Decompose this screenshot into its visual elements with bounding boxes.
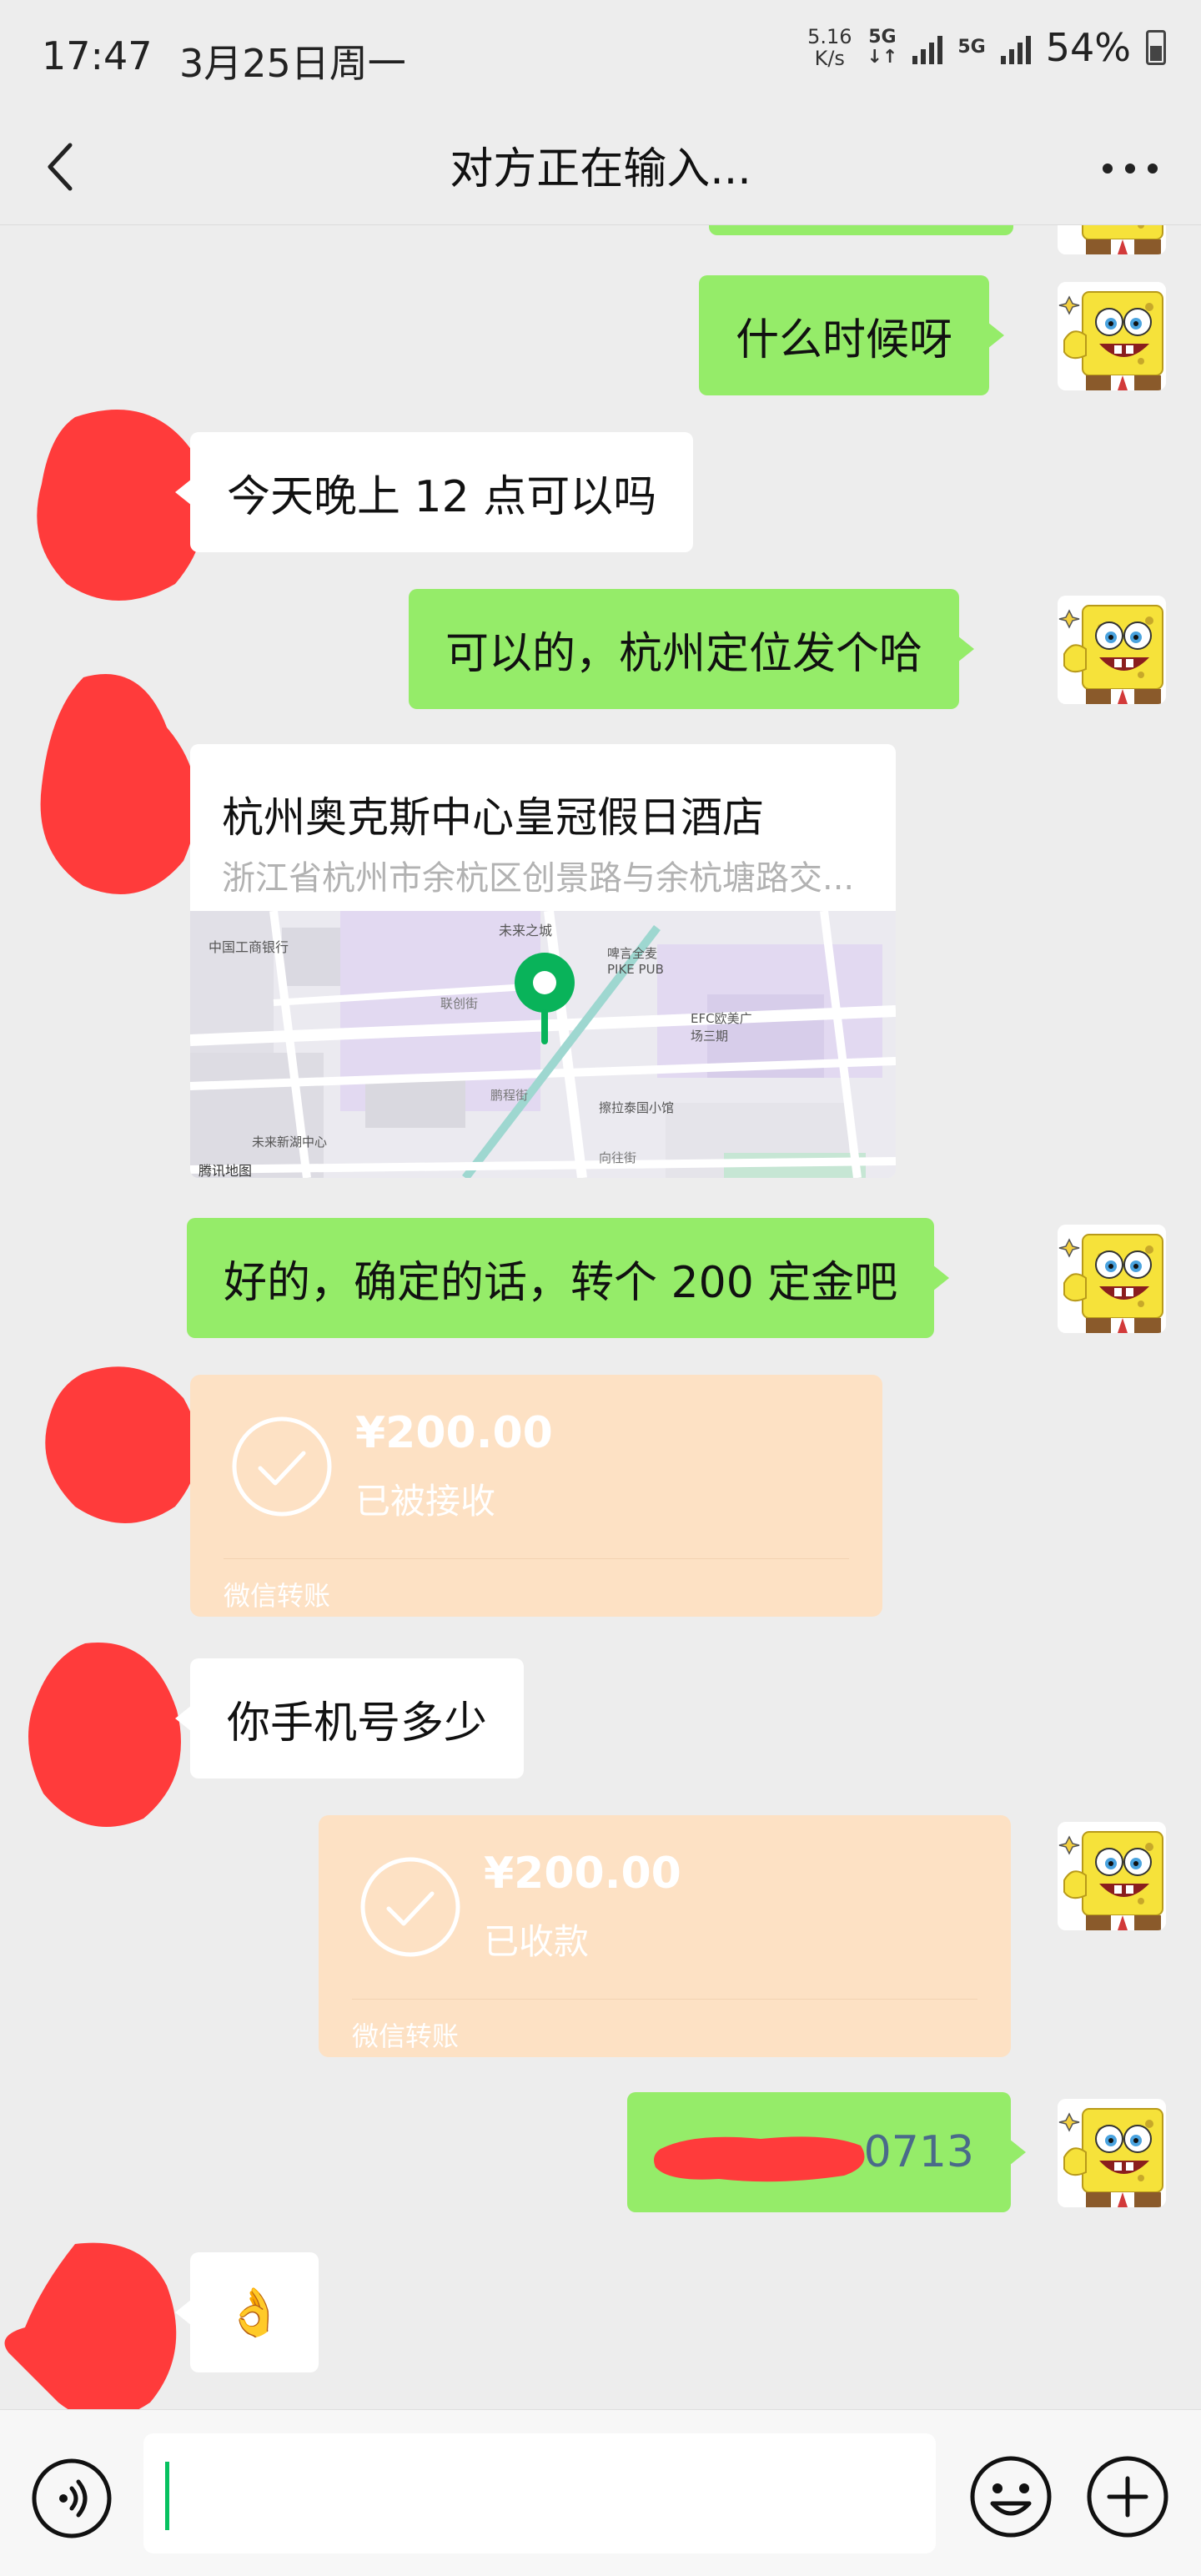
- redacted-avatar: [45, 1366, 198, 1523]
- chat-header: 对方正在输入...: [0, 108, 1201, 225]
- chat-title: 对方正在输入...: [450, 144, 751, 194]
- chat-area[interactable]: 什么时候呀 今天晚上 12 点可以吗 可以的，杭州定位发个哈 杭州奥克斯中心皇冠…: [0, 225, 1201, 2409]
- network-type-1-label: 5G: [868, 27, 897, 48]
- location-map[interactable]: 中国工商银行 未来之城 啤言全麦 PIKE PUB EFC欧美广场三期 联创街 …: [190, 911, 896, 1178]
- avatar[interactable]: [1058, 2099, 1166, 2207]
- map-pin-icon: [515, 953, 575, 1044]
- network-speed-value: 5.16: [807, 25, 852, 48]
- message-text: 好的，确定的话，转个 200 定金吧: [224, 1257, 898, 1308]
- redaction-scribble: [654, 2136, 865, 2182]
- message-text: 什么时候呀: [736, 314, 953, 365]
- map-label-shop: 擦拉泰国小馆: [599, 1100, 675, 1115]
- transfer-label: 微信转账: [224, 1580, 331, 1612]
- map-watermark: 腾讯地图: [198, 1163, 253, 1178]
- message-bubble-self[interactable]: 什么时候呀: [699, 275, 1005, 395]
- map-label-plaza: EFC欧美广场三期: [691, 1011, 752, 1044]
- network-speed-unit: K/s: [814, 47, 845, 70]
- data-arrows-icon: ↓↑: [867, 47, 898, 68]
- map-label-street2: 鹏程街: [490, 1088, 529, 1103]
- redacted-avatar: [4, 2242, 177, 2409]
- voice-icon: [32, 2458, 112, 2538]
- signal-icon-2: [1000, 31, 1031, 64]
- map-label-bank: 中国工商银行: [209, 939, 289, 955]
- battery-percent: 54%: [1045, 25, 1131, 70]
- message-bubble-other[interactable]: 你手机号多少: [174, 1658, 525, 1779]
- avatar[interactable]: [1058, 596, 1166, 704]
- message-bubble-self[interactable]: 可以的，杭州定位发个哈: [409, 589, 975, 709]
- transfer-status: 已被接收: [355, 1481, 496, 1522]
- more-functions-button[interactable]: [1084, 2453, 1171, 2540]
- transfer-card[interactable]: ¥200.00 已收款 微信转账: [319, 1815, 1011, 2057]
- input-bar: [0, 2409, 1201, 2576]
- map-label-street1: 联创街: [440, 996, 479, 1011]
- network-type-1: 5G ↓↑: [867, 28, 898, 68]
- battery-icon: [1146, 30, 1166, 65]
- avatar[interactable]: [1058, 1225, 1166, 1333]
- message-bubble-other[interactable]: 👌: [175, 2252, 319, 2372]
- more-button[interactable]: [1093, 133, 1168, 200]
- redacted-avatar: [40, 674, 197, 894]
- status-date: 3月25日周一: [179, 41, 406, 86]
- location-address: 浙江省杭州市余杭区创景路与余杭塘路交...: [222, 859, 855, 898]
- signal-icon: [912, 31, 943, 64]
- message-input[interactable]: [143, 2433, 936, 2553]
- network-type-2: 5G: [957, 38, 985, 58]
- transfer-amount: ¥200.00: [355, 1408, 553, 1458]
- check-circle-icon: [232, 1416, 332, 1517]
- emoji-button[interactable]: [967, 2453, 1054, 2540]
- map-label-center: 未来之城: [499, 923, 553, 938]
- message-text: 可以的，杭州定位发个哈: [445, 628, 923, 679]
- network-speed: 5.16 K/s: [807, 26, 852, 69]
- message-emoji: 👌: [225, 2286, 284, 2340]
- avatar[interactable]: [1058, 1822, 1166, 1930]
- status-time: 17:47: [42, 33, 153, 78]
- status-bar: 17:47 3月25日周一 5.16 K/s 5G ↓↑ 5G 54%: [0, 0, 1201, 108]
- transfer-amount: ¥200.00: [484, 1849, 681, 1899]
- voice-button[interactable]: [30, 2457, 113, 2540]
- message-text: 你手机号多少: [227, 1698, 488, 1748]
- check-circle-icon: [360, 1857, 460, 1957]
- map-label-street3: 向往街: [599, 1150, 637, 1165]
- location-name: 杭州奥克斯中心皇冠假日酒店: [222, 793, 764, 842]
- redacted-avatar: [28, 1643, 181, 1827]
- divider: [352, 1999, 977, 2000]
- text-cursor: [165, 2462, 169, 2530]
- location-card[interactable]: 杭州奥克斯中心皇冠假日酒店 浙江省杭州市余杭区创景路与余杭塘路交... 中国工商…: [190, 744, 896, 1178]
- message-bubble-self[interactable]: 好的，确定的话，转个 200 定金吧: [187, 1218, 950, 1338]
- status-indicators: 5.16 K/s 5G ↓↑ 5G 54%: [807, 25, 1166, 70]
- divider: [224, 1558, 849, 1559]
- map-label-newcity: 未来新湖中心: [252, 1135, 328, 1150]
- emoji-icon: [970, 2456, 1052, 2538]
- avatar[interactable]: [1058, 225, 1166, 254]
- cropped-message-bubble: [709, 225, 1013, 235]
- transfer-card[interactable]: ¥200.00 已被接收 微信转账: [190, 1375, 882, 1617]
- network-type-2-label: 5G: [957, 37, 986, 58]
- transfer-label: 微信转账: [352, 2020, 460, 2052]
- message-text: 0713: [863, 2127, 974, 2177]
- map-label-pub: 啤言全麦 PIKE PUB: [607, 946, 664, 977]
- message-text: 今天晚上 12 点可以吗: [227, 471, 657, 522]
- more-dots-icon: [1103, 164, 1158, 174]
- transfer-status: 已收款: [484, 1921, 590, 1962]
- plus-icon: [1087, 2456, 1168, 2538]
- message-bubble-other[interactable]: 今天晚上 12 点可以吗: [174, 432, 694, 552]
- avatar[interactable]: [1058, 282, 1166, 390]
